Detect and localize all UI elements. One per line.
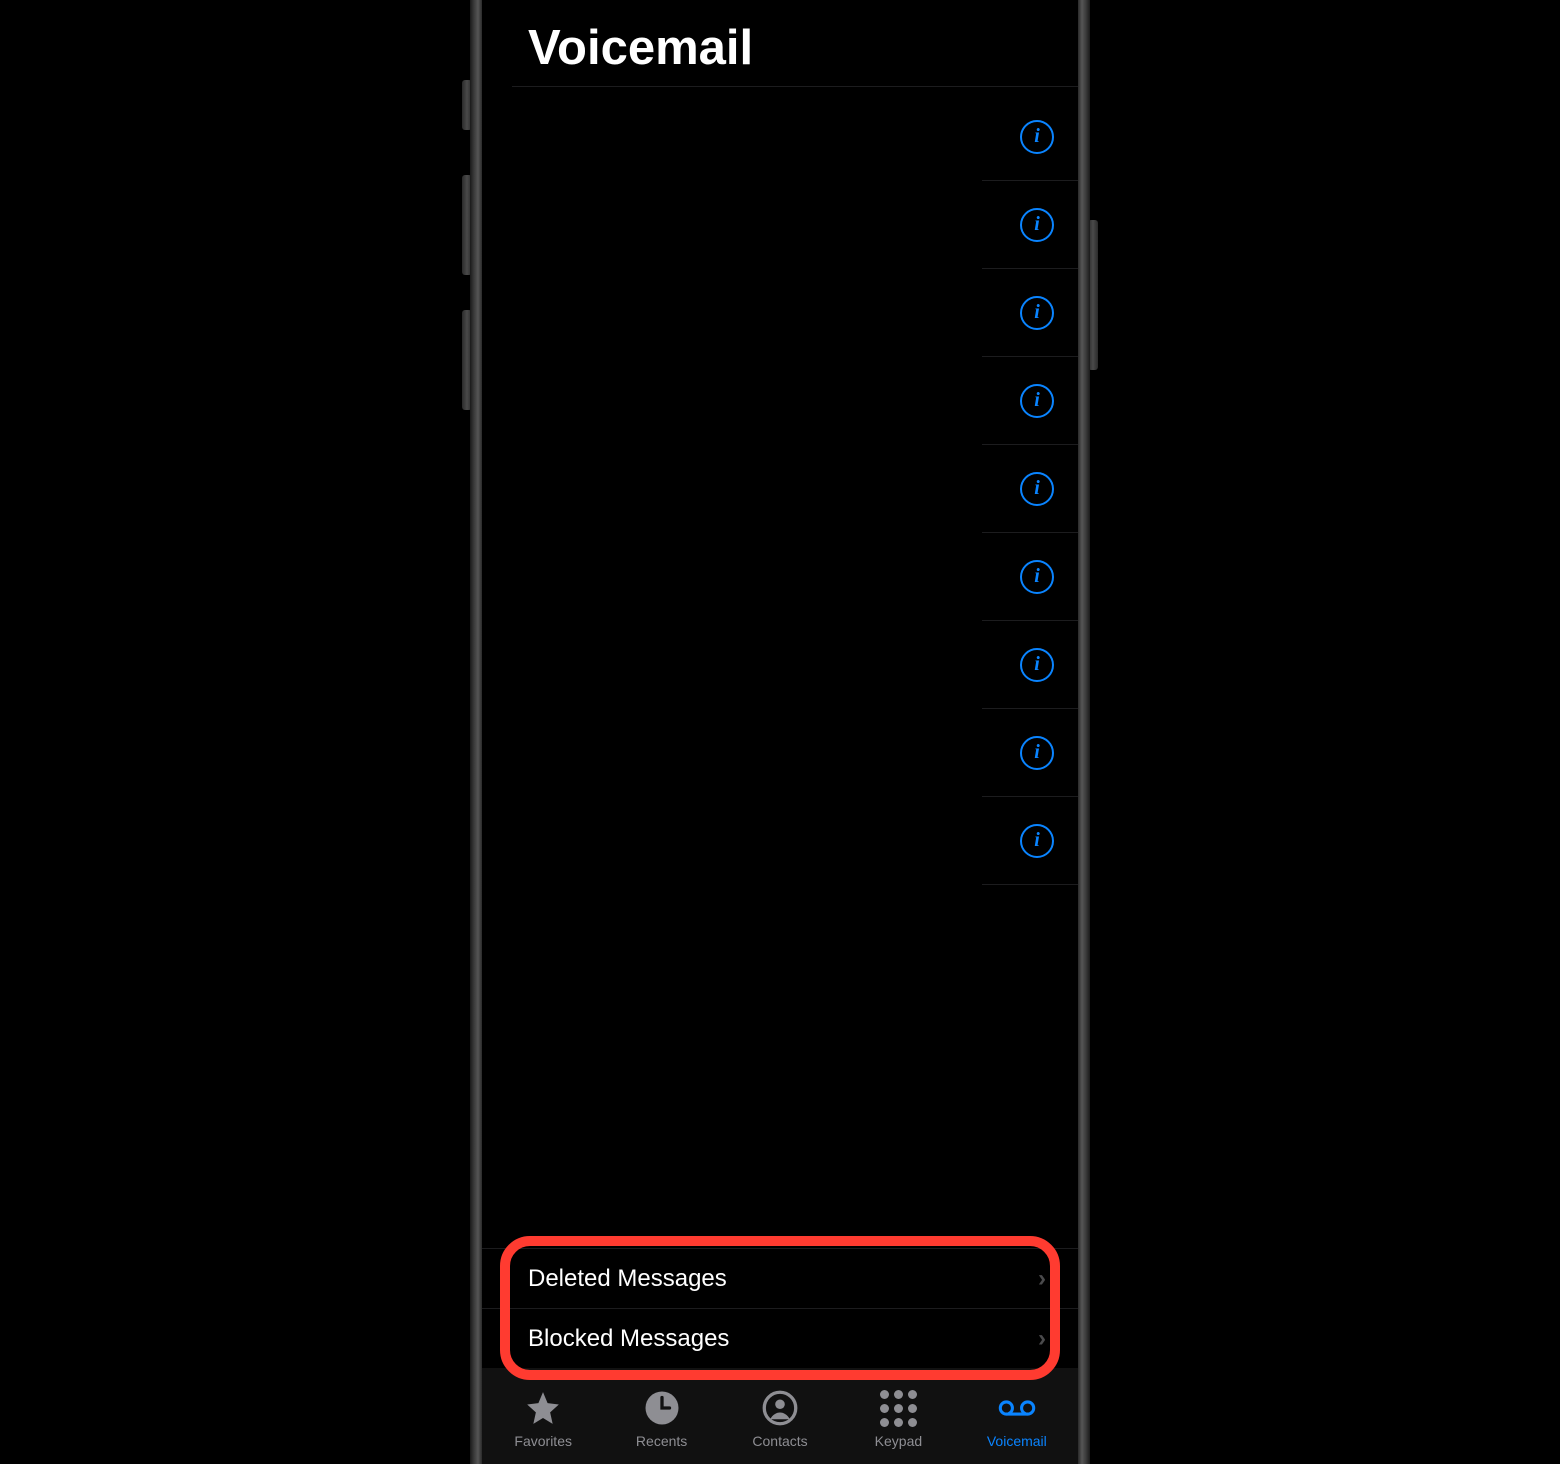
deleted-messages-label: Deleted Messages xyxy=(528,1265,727,1293)
bottom-section: Deleted Messages › Blocked Messages › xyxy=(482,1248,1078,1368)
info-icon: i xyxy=(1020,208,1054,242)
screen: Voicemail i i i i xyxy=(482,0,1078,1464)
tab-bar: Favorites Recents xyxy=(482,1368,1078,1464)
voicemail-icon xyxy=(998,1389,1036,1427)
info-icon: i xyxy=(1020,736,1054,770)
tab-favorites[interactable]: Favorites xyxy=(484,1389,602,1449)
info-button[interactable]: i xyxy=(1020,736,1054,770)
voicemail-row[interactable]: i xyxy=(982,797,1078,885)
info-button[interactable]: i xyxy=(1020,208,1054,242)
chevron-right-icon: › xyxy=(1038,1265,1046,1293)
info-icon: i xyxy=(1020,384,1054,418)
tab-recents-label: Recents xyxy=(636,1433,687,1449)
info-button[interactable]: i xyxy=(1020,296,1054,330)
info-button[interactable]: i xyxy=(1020,120,1054,154)
info-icon: i xyxy=(1020,120,1054,154)
voicemail-row[interactable]: i xyxy=(982,357,1078,445)
info-button[interactable]: i xyxy=(1020,384,1054,418)
clock-icon xyxy=(643,1389,681,1427)
tab-voicemail-label: Voicemail xyxy=(987,1433,1047,1449)
info-icon: i xyxy=(1020,296,1054,330)
blocked-messages-row[interactable]: Blocked Messages › xyxy=(482,1308,1078,1368)
tab-keypad-label: Keypad xyxy=(875,1433,922,1449)
tab-keypad[interactable]: Keypad xyxy=(839,1389,957,1449)
blocked-messages-label: Blocked Messages xyxy=(528,1325,729,1353)
tab-contacts-label: Contacts xyxy=(752,1433,807,1449)
voicemail-row[interactable]: i xyxy=(982,181,1078,269)
phone-edge-right xyxy=(1078,0,1090,1464)
phone-edge-left xyxy=(470,0,482,1464)
voicemail-row[interactable]: i xyxy=(982,93,1078,181)
page-title: Voicemail xyxy=(482,0,1078,86)
tab-favorites-label: Favorites xyxy=(514,1433,572,1449)
voicemail-row[interactable]: i xyxy=(982,621,1078,709)
info-button[interactable]: i xyxy=(1020,648,1054,682)
voicemail-row[interactable]: i xyxy=(982,269,1078,357)
voicemail-row[interactable]: i xyxy=(982,533,1078,621)
keypad-icon xyxy=(879,1389,917,1427)
info-button[interactable]: i xyxy=(1020,472,1054,506)
info-button[interactable]: i xyxy=(1020,560,1054,594)
person-circle-icon xyxy=(761,1389,799,1427)
voicemail-list: i i i i i xyxy=(482,87,1078,1248)
info-icon: i xyxy=(1020,824,1054,858)
tab-voicemail[interactable]: Voicemail xyxy=(958,1389,1076,1449)
info-button[interactable]: i xyxy=(1020,824,1054,858)
phone-frame: Voicemail i i i i xyxy=(470,0,1090,1464)
tab-contacts[interactable]: Contacts xyxy=(721,1389,839,1449)
info-icon: i xyxy=(1020,560,1054,594)
tab-recents[interactable]: Recents xyxy=(602,1389,720,1449)
info-icon: i xyxy=(1020,472,1054,506)
voicemail-row[interactable]: i xyxy=(982,709,1078,797)
deleted-messages-row[interactable]: Deleted Messages › xyxy=(482,1248,1078,1308)
info-icon: i xyxy=(1020,648,1054,682)
voicemail-row[interactable]: i xyxy=(982,445,1078,533)
star-icon xyxy=(524,1389,562,1427)
chevron-right-icon: › xyxy=(1038,1325,1046,1353)
